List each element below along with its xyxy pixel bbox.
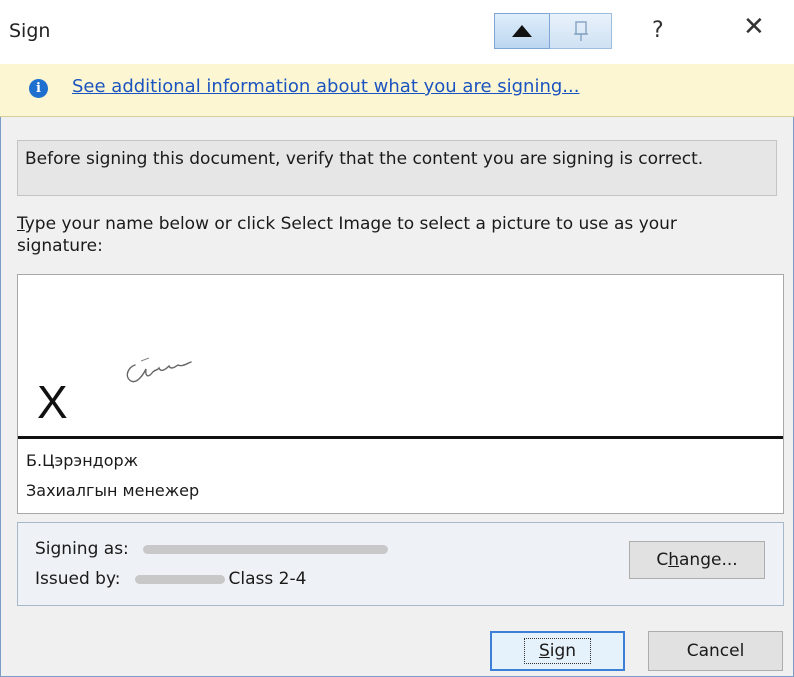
redacted-signer-email xyxy=(142,544,388,554)
certificate-info-box: Signing as: Issued by: Class 2-4 Change..… xyxy=(17,522,784,606)
signer-title: Захиалгын менежер xyxy=(26,481,200,500)
verify-message: Before signing this document, verify tha… xyxy=(25,149,704,169)
signing-as-label: Signing as: xyxy=(35,539,129,559)
dialog-title: Sign xyxy=(9,20,51,42)
signing-as-row: Signing as: xyxy=(35,539,388,559)
pin-button[interactable] xyxy=(550,13,612,49)
collapse-up-button[interactable] xyxy=(494,13,550,49)
sign-button[interactable]: Sign xyxy=(490,631,625,671)
close-button[interactable]: ✕ xyxy=(743,14,765,40)
instruction-text: ype your name below or click Select Imag… xyxy=(17,214,677,256)
signer-name: Б.Цэрэндорж xyxy=(26,451,139,470)
change-label-part: C xyxy=(656,550,669,570)
signature-image xyxy=(126,357,192,383)
additional-info-link[interactable]: See additional information about what yo… xyxy=(72,76,579,97)
signature-line xyxy=(18,436,783,439)
sign-accesskey: S xyxy=(538,641,550,661)
pin-icon xyxy=(573,21,588,41)
redacted-issuer xyxy=(134,574,225,584)
sign-button-focus: Sign xyxy=(523,638,592,664)
instruction-accesskey: T xyxy=(17,214,25,234)
signature-x-mark: X xyxy=(37,376,68,428)
issued-by-row: Issued by: Class 2-4 xyxy=(35,569,306,589)
change-label-rest: ange... xyxy=(679,550,738,570)
change-certificate-button[interactable]: Change... xyxy=(629,541,765,579)
cancel-button[interactable]: Cancel xyxy=(648,631,783,671)
issued-by-label: Issued by: xyxy=(35,569,121,589)
signature-instruction: Type your name below or click Select Ima… xyxy=(17,213,757,257)
issued-by-value: Class 2-4 xyxy=(228,569,307,589)
signature-input-area[interactable]: X Б.Цэрэндорж Захиалгын менежер xyxy=(17,274,784,514)
verify-message-box: Before signing this document, verify tha… xyxy=(17,140,777,196)
info-icon: i xyxy=(29,79,48,98)
change-accesskey: h xyxy=(668,550,679,570)
triangle-up-icon xyxy=(512,25,532,37)
help-button[interactable]: ? xyxy=(652,18,664,43)
info-bar: i See additional information about what … xyxy=(0,64,794,117)
title-bar: Sign ? ✕ xyxy=(0,0,794,64)
sign-label: ign xyxy=(549,641,577,661)
